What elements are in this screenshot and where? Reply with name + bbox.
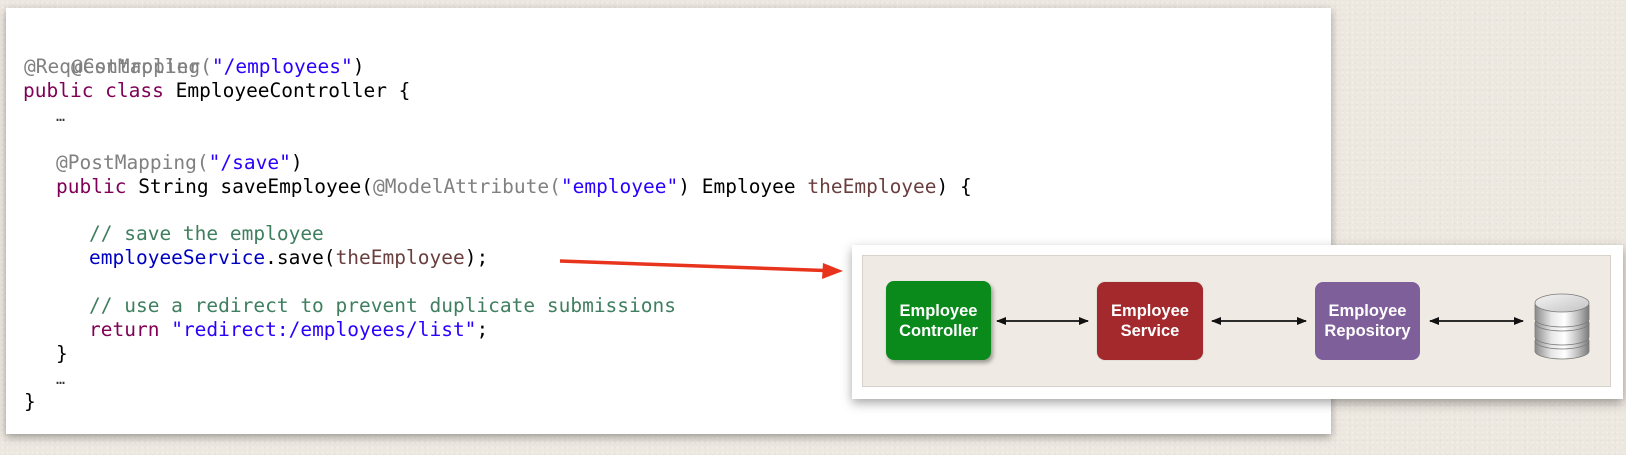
code-line-1: @Controller	[24, 31, 200, 78]
code-punct: ) {	[936, 175, 972, 198]
code-line-7: public String saveEmployee(@ModelAttribu…	[56, 175, 972, 199]
employee-controller-box: Employee Controller	[886, 281, 991, 360]
class-keywords: public class	[23, 79, 176, 102]
post-mapping-annotation: @PostMapping(	[56, 151, 209, 174]
method-signature: String saveEmployee(	[138, 175, 373, 198]
code-line-6: @PostMapping("/save")	[56, 151, 303, 175]
code-punct: )	[290, 151, 303, 174]
class-name: EmployeeController {	[175, 79, 411, 102]
service-field: employeeService	[89, 246, 266, 269]
model-attribute-annotation: @ModelAttribute(	[373, 175, 561, 198]
model-attribute-name: "employee"	[560, 175, 679, 198]
code-ellipsis: …	[56, 107, 66, 125]
code-line-13: return "redirect:/employees/list";	[89, 318, 488, 342]
code-line-2: @RequestMapping("/employees")	[24, 55, 364, 79]
code-line-16: }	[24, 390, 36, 414]
code-line-14: }	[56, 342, 68, 366]
post-mapping-path: "/save"	[208, 151, 291, 174]
code-line-9: // save the employee	[89, 222, 324, 246]
code-ellipsis: …	[56, 370, 66, 388]
database-icon	[1534, 293, 1590, 360]
class-close-brace: }	[24, 390, 36, 413]
employee-service-box: Employee Service	[1097, 282, 1203, 360]
save-argument: theEmployee	[335, 246, 465, 269]
request-mapping-path: "/employees"	[211, 55, 353, 78]
param-name: theEmployee	[807, 175, 937, 198]
save-call: .save(	[265, 246, 336, 269]
return-keyword: return	[89, 318, 172, 341]
code-punct: );	[464, 246, 489, 269]
redirect-string: "redirect:/employees/list"	[171, 318, 477, 341]
code-line-15: …	[56, 366, 65, 390]
code-line-4: …	[56, 103, 65, 127]
code-line-12: // use a redirect to prevent duplicate s…	[89, 294, 676, 318]
code-line-3: public class EmployeeController {	[23, 79, 410, 103]
employee-repository-box: Employee Repository	[1315, 282, 1420, 360]
method-close-brace: }	[56, 342, 68, 365]
code-line-10: employeeService.save(theEmployee);	[89, 246, 488, 270]
code-punct: )	[352, 55, 365, 78]
param-type: ) Employee	[678, 175, 808, 198]
redirect-comment: // use a redirect to prevent duplicate s…	[89, 294, 676, 317]
save-comment: // save the employee	[89, 222, 324, 245]
code-punct: ;	[476, 318, 489, 341]
method-keyword: public	[56, 175, 139, 198]
request-mapping-annotation: @RequestMapping(	[24, 55, 212, 78]
